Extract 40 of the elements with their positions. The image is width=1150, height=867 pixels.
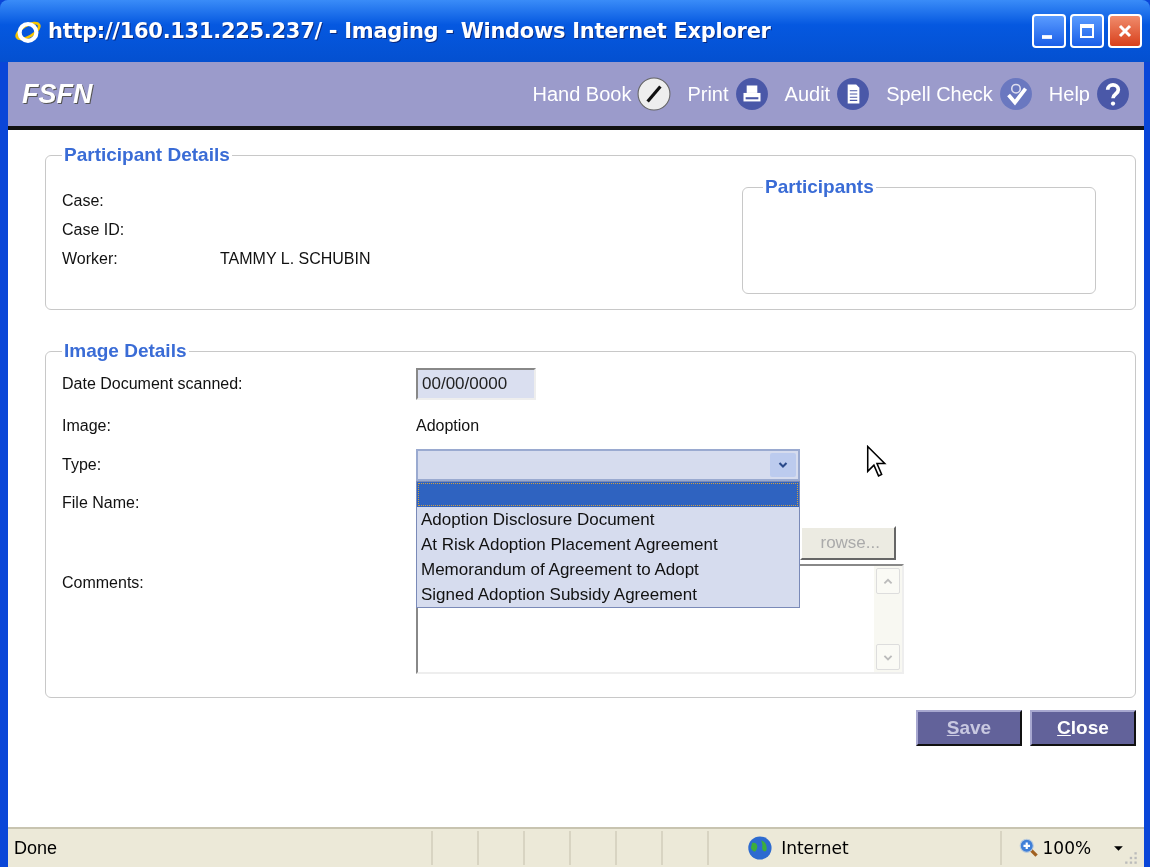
dropdown-option[interactable]: At Risk Adoption Placement Agreement <box>417 532 799 557</box>
date-field[interactable]: 00/00/0000 <box>416 368 536 400</box>
status-text: Done <box>14 837 59 859</box>
maximize-button[interactable] <box>1070 14 1104 48</box>
zone-text: Internet <box>781 838 850 858</box>
dropdown-option[interactable]: Signed Adoption Subsidy Agreement <box>417 582 799 607</box>
spell-check-icon[interactable] <box>998 77 1033 111</box>
document-icon[interactable] <box>836 77 871 111</box>
field-value: TAMMY L. SCHUBIN <box>220 250 371 268</box>
field-label: Worker: <box>62 250 119 268</box>
field-value: Adoption <box>416 417 480 434</box>
field-label: Type: <box>62 456 103 474</box>
pencil-icon[interactable] <box>637 77 672 111</box>
dropdown-option[interactable]: Memorandum of Agreement to Adopt <box>417 557 799 582</box>
globe-icon <box>747 835 774 861</box>
minimize-button[interactable] <box>1032 14 1066 48</box>
field-label: Comments: <box>62 574 145 592</box>
help-icon[interactable] <box>1096 77 1130 111</box>
window-title: http://160.131.225.237/ - Imaging - Windows Internet Explorer <box>48 19 771 43</box>
zoom-icon[interactable] <box>1017 837 1040 859</box>
zoom-level[interactable]: 100% <box>1042 838 1092 858</box>
field-label: Image: <box>62 417 112 435</box>
field-label: File Name: <box>62 494 141 512</box>
dropdown-arrow-icon[interactable] <box>1113 844 1125 852</box>
field-label: Case ID: <box>62 221 126 239</box>
field-label: Date Document scanned: <box>62 375 244 393</box>
dropdown-option[interactable]: Adoption Disclosure Document <box>417 507 799 532</box>
panel-legend: Participants <box>763 176 876 198</box>
maximize-icon <box>1077 21 1097 41</box>
panel-legend: Participant Details <box>62 144 232 166</box>
close-button[interactable] <box>1108 14 1142 48</box>
mouse-cursor-icon <box>866 445 888 479</box>
resize-grip-icon[interactable] <box>1124 851 1138 865</box>
action-button[interactable]: Close <box>1030 710 1136 746</box>
printer-icon[interactable] <box>734 77 769 111</box>
panel-legend: Image Details <box>62 340 189 362</box>
caret-icon <box>770 453 796 477</box>
minimize-icon <box>1041 35 1052 39</box>
app-logo: FSFN <box>22 78 93 110</box>
field-label: Case: <box>62 192 105 210</box>
